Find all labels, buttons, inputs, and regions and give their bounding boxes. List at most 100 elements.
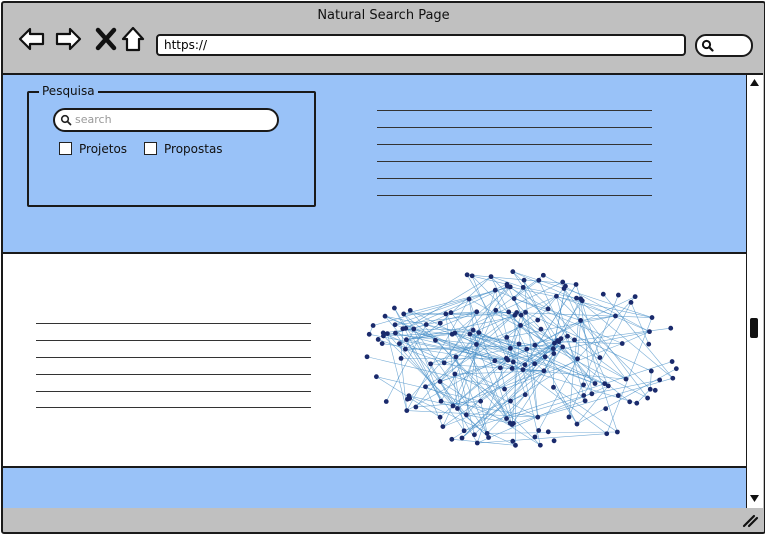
checkbox-propostas[interactable]: Propostas	[144, 142, 223, 156]
network-node	[541, 273, 546, 278]
network-node	[460, 436, 465, 441]
network-node	[543, 354, 548, 359]
network-node	[645, 396, 650, 401]
fieldset-legend: Pesquisa	[39, 84, 98, 98]
checkbox-box[interactable]	[144, 142, 157, 155]
network-node	[452, 372, 457, 377]
scroll-up-arrow-icon[interactable]	[749, 78, 760, 87]
network-edge	[477, 434, 606, 443]
network-edge	[467, 275, 576, 285]
network-node	[524, 347, 529, 352]
status-bar	[3, 508, 764, 532]
network-node	[476, 330, 481, 335]
network-node	[443, 311, 448, 316]
network-node	[485, 431, 490, 436]
network-edge	[507, 394, 592, 419]
network-node	[424, 322, 429, 327]
network-edge	[425, 387, 442, 427]
scrollbar-thumb[interactable]	[750, 318, 758, 338]
text-line	[377, 127, 652, 128]
network-node	[574, 296, 579, 301]
network-node	[533, 435, 538, 440]
checkbox-label: Propostas	[164, 142, 223, 156]
network-graph-image	[361, 267, 691, 452]
network-node	[508, 399, 513, 404]
checkbox-box[interactable]	[59, 142, 72, 155]
network-node	[374, 374, 379, 379]
browser-search-button[interactable]	[695, 34, 753, 57]
network-node	[408, 308, 413, 313]
network-node	[538, 443, 543, 448]
forward-arrow-icon[interactable]	[55, 25, 83, 53]
network-node	[602, 381, 607, 386]
network-node	[383, 314, 388, 319]
network-edges	[367, 272, 676, 446]
url-input[interactable]: https://	[156, 34, 686, 56]
text-line	[377, 195, 652, 196]
network-node	[423, 384, 428, 389]
network-node	[451, 404, 456, 409]
network-node	[554, 294, 559, 299]
network-node	[452, 331, 457, 336]
text-line	[377, 178, 652, 179]
network-node	[511, 421, 516, 426]
network-node	[522, 278, 527, 283]
vertical-scrollbar[interactable]	[746, 73, 763, 510]
text-line	[377, 110, 652, 111]
network-node	[620, 341, 625, 346]
network-node	[674, 366, 679, 371]
network-node	[572, 337, 577, 342]
network-node	[533, 343, 538, 348]
network-node	[449, 437, 454, 442]
network-edge	[513, 272, 652, 318]
network-edge	[569, 295, 618, 417]
network-node	[384, 399, 389, 404]
network-edge	[607, 318, 652, 434]
close-icon[interactable]	[93, 25, 121, 53]
network-node	[508, 346, 513, 351]
network-node	[505, 284, 510, 289]
network-node	[581, 382, 586, 387]
resize-grip-icon[interactable]	[741, 512, 759, 528]
network-node	[433, 338, 438, 343]
network-node	[517, 342, 522, 347]
checkbox-projetos[interactable]: Projetos	[59, 142, 127, 156]
network-node	[546, 429, 551, 434]
network-node	[648, 387, 653, 392]
network-edge	[514, 280, 539, 298]
network-node	[438, 321, 443, 326]
network-edge	[515, 315, 516, 445]
network-node	[404, 337, 409, 342]
result-panel	[1, 252, 751, 468]
network-node	[670, 376, 675, 381]
network-node	[464, 412, 469, 417]
network-node	[428, 361, 433, 366]
network-node	[647, 329, 652, 334]
network-edge	[406, 277, 491, 329]
search-input[interactable]: search	[53, 108, 279, 132]
home-icon[interactable]	[119, 25, 147, 53]
network-node	[510, 366, 515, 371]
network-node	[613, 314, 618, 319]
network-node	[653, 388, 658, 393]
network-node	[615, 430, 620, 435]
network-node	[504, 416, 509, 421]
network-node	[442, 360, 447, 365]
network-edge	[650, 371, 651, 389]
network-node	[627, 399, 632, 404]
browser-window: Natural Search Page https:// Pesquisa s	[1, 1, 765, 534]
network-node	[471, 328, 476, 333]
back-arrow-icon[interactable]	[17, 25, 45, 53]
network-node	[404, 408, 409, 413]
network-edge	[401, 358, 407, 410]
network-node	[393, 331, 398, 336]
network-node	[502, 387, 507, 392]
network-node	[401, 312, 406, 317]
network-node	[551, 346, 556, 351]
network-node	[562, 286, 567, 291]
network-node	[536, 428, 541, 433]
network-node	[468, 332, 473, 337]
scroll-down-arrow-icon[interactable]	[749, 494, 760, 503]
network-node	[578, 318, 583, 323]
network-node	[624, 377, 629, 382]
